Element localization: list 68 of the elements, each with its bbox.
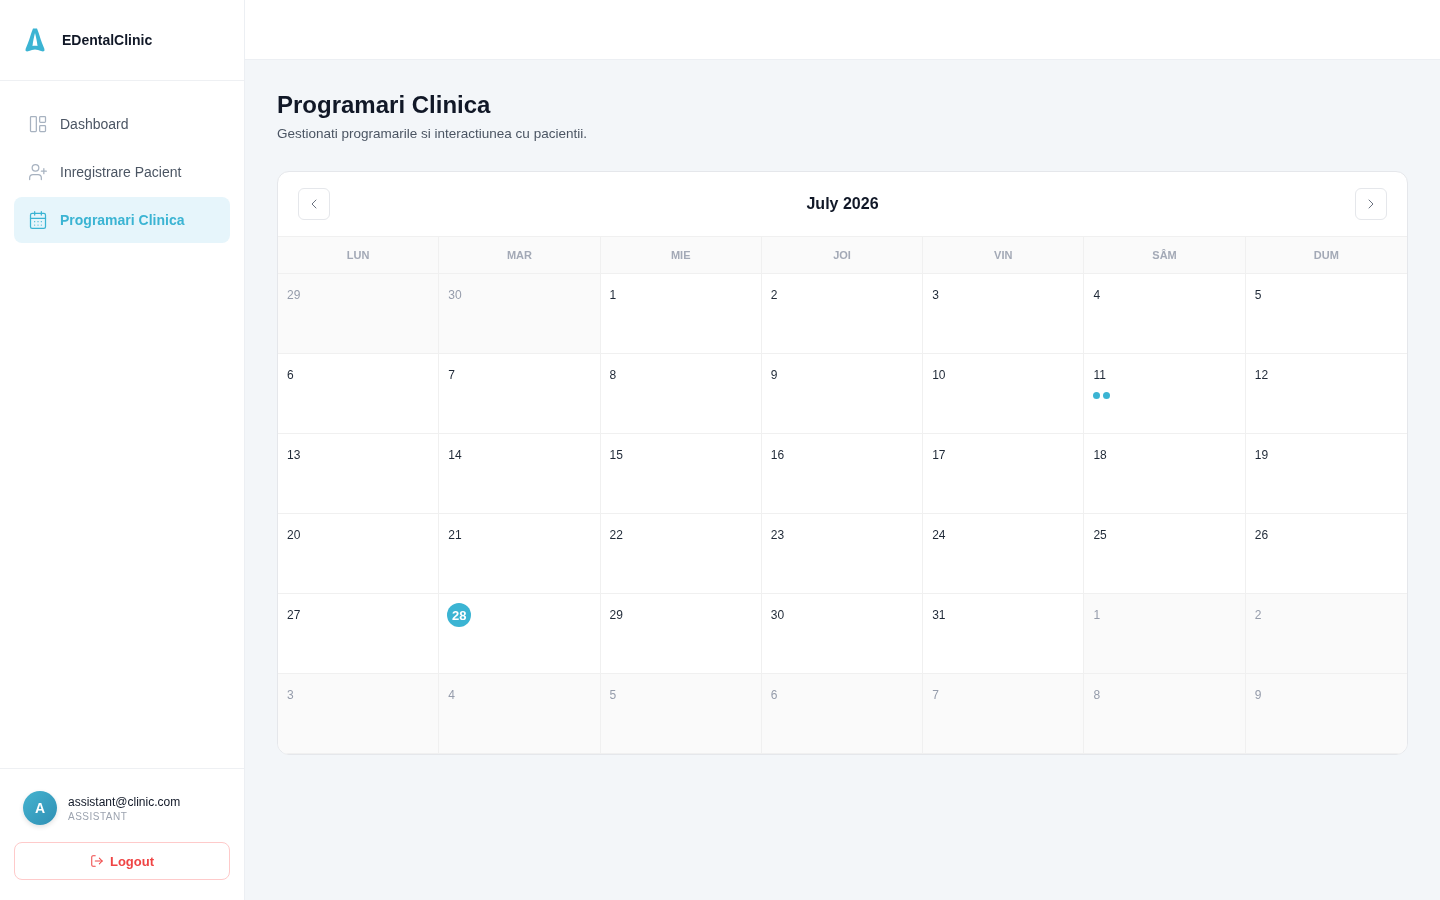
next-month-button[interactable] (1355, 188, 1387, 220)
day-number: 20 (286, 527, 302, 544)
day-number: 29 (286, 287, 302, 304)
day-number: 4 (447, 687, 456, 704)
month-title: July 2026 (806, 195, 879, 213)
today-date: 28 (447, 603, 472, 627)
user-role: ASSISTANT (68, 810, 129, 822)
day-number: 6 (286, 367, 295, 384)
day-number: 29 (608, 607, 624, 624)
nav-item[interactable]: Inregistrare Pacient (14, 149, 230, 195)
event-dot-icon (1103, 392, 1111, 399)
day-number: 26 (1253, 527, 1270, 544)
user-plus-icon (28, 162, 48, 182)
day-number: 21 (447, 527, 463, 544)
event-dot-icon (1093, 392, 1101, 399)
weekday-label: DUM (1312, 248, 1340, 263)
day-number: 10 (931, 367, 947, 384)
day-number: 3 (931, 287, 940, 304)
day-number: 9 (1253, 687, 1263, 704)
day-number: 6 (769, 687, 779, 704)
day-number: 3 (286, 687, 295, 704)
day-number: 15 (608, 447, 624, 464)
day-number: 19 (1253, 447, 1270, 464)
weekday-label: MIE (600, 237, 762, 273)
day-number: 12 (1253, 367, 1270, 384)
layout-icon (28, 114, 48, 134)
day-number: 5 (608, 687, 618, 704)
weekday-label: VIN (923, 237, 1085, 273)
day-number: 1 (608, 287, 618, 304)
logout-icon (89, 854, 104, 868)
day-number: 17 (931, 447, 947, 464)
logout-button[interactable]: Logout (14, 842, 230, 880)
day-number: 16 (769, 447, 786, 464)
day-number: 31 (931, 607, 947, 624)
day-number: 18 (1092, 447, 1108, 464)
day-number: 13 (286, 447, 302, 464)
nav-item[interactable]: Dashboard (14, 101, 230, 147)
avatar: A (23, 791, 57, 825)
day-number: 25 (1092, 527, 1108, 544)
day-number: 23 (769, 527, 786, 544)
weekday-label: SÂM (1084, 237, 1246, 273)
weekday-label: MAR (439, 237, 601, 273)
page-subtitle: Gestionati programarile si interactiunea cu pacientii. (277, 125, 588, 143)
previous-month-button[interactable] (298, 188, 330, 220)
day-number: 30 (769, 607, 786, 624)
day-number: 27 (286, 607, 302, 624)
day-number: 7 (447, 367, 456, 384)
day-number: 7 (931, 687, 940, 704)
day-number: 8 (1092, 687, 1102, 704)
page-title: Programari Clinica (277, 90, 492, 120)
day-number: 9 (769, 367, 779, 384)
day-number: 8 (608, 367, 618, 384)
logo-icon (24, 27, 46, 53)
day-number: 14 (447, 447, 463, 464)
weekday-label: JOI (761, 237, 924, 273)
brand-name: EDentalClinic (62, 32, 153, 48)
user-email: assistant@clinic.com (68, 794, 181, 809)
calendar-icon (28, 210, 48, 230)
day-number: 1 (1092, 607, 1102, 624)
weekday-label: LUN (278, 237, 440, 273)
day-number: 11 (1092, 367, 1107, 384)
day-number: 4 (1092, 287, 1102, 304)
day-number: 22 (608, 527, 624, 544)
day-number: 2 (1253, 607, 1263, 624)
day-number: 24 (931, 527, 947, 544)
day-number: 5 (1253, 287, 1263, 304)
day-number: 30 (447, 287, 463, 304)
day-number: 2 (769, 287, 779, 304)
